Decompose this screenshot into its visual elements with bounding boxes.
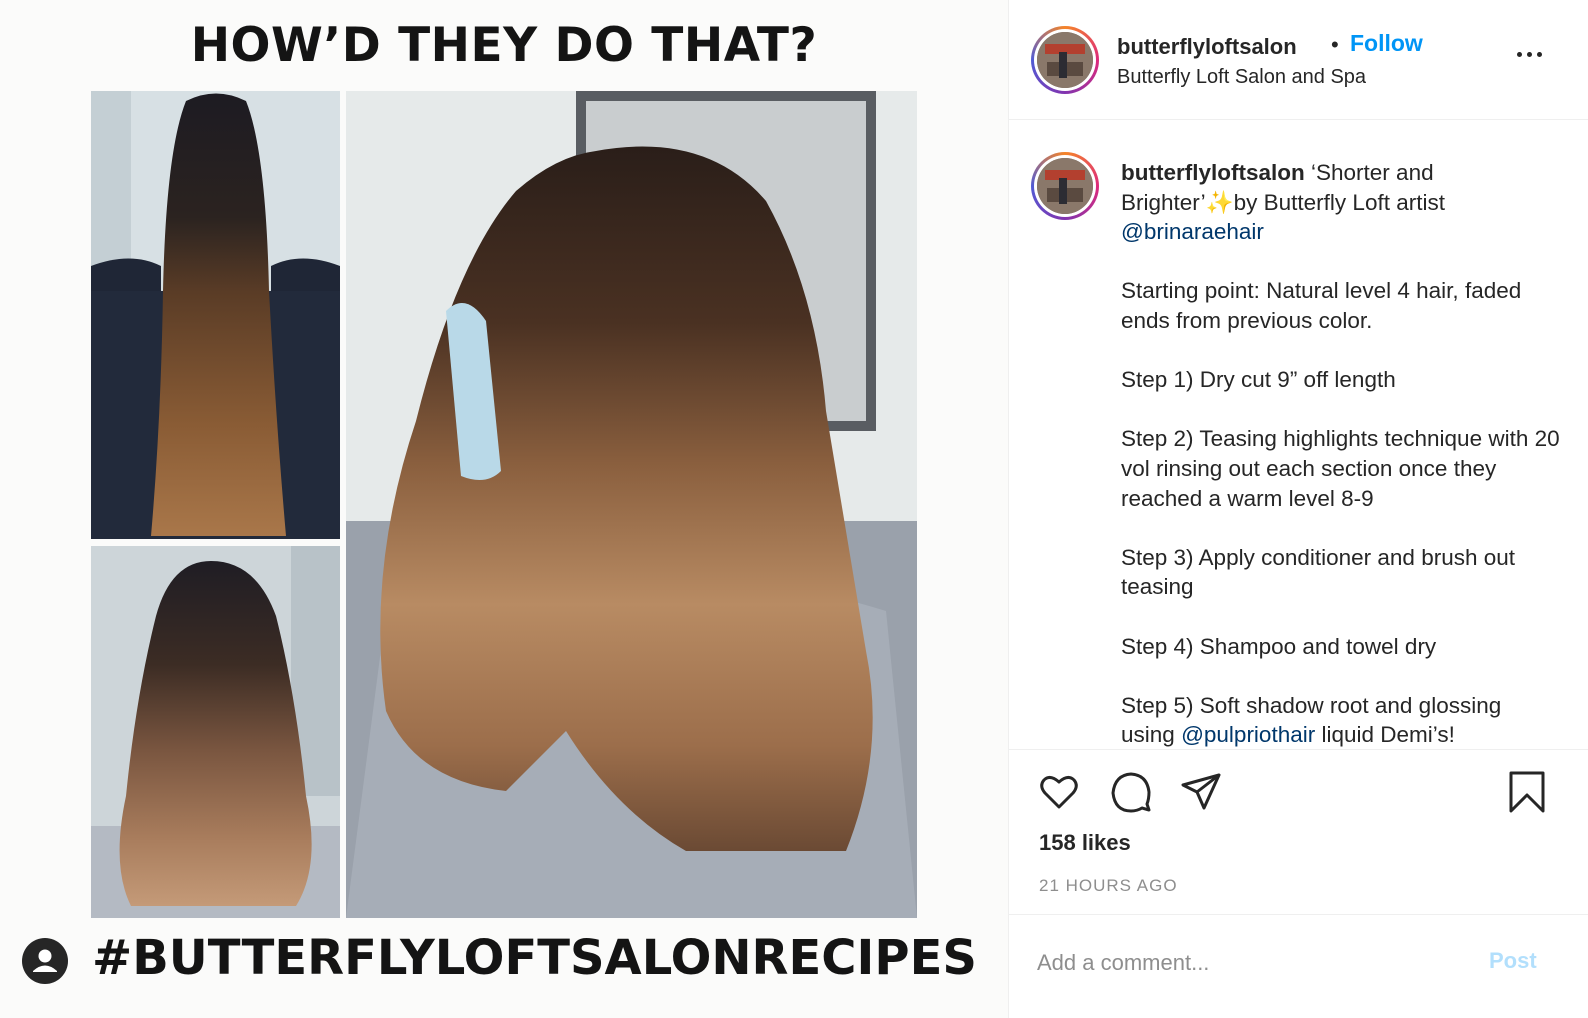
media-headline: HOW’D THEY DO THAT?: [190, 18, 818, 73]
share-icon[interactable]: [1179, 770, 1223, 814]
avatar[interactable]: [1031, 26, 1099, 94]
post-comment-button[interactable]: Post: [1489, 948, 1537, 974]
post-panel: butterflyloftsalon • Follow Butterfly Lo…: [1008, 0, 1588, 1018]
mention-link[interactable]: @pulpriothair: [1181, 722, 1315, 747]
caption-step-2: Step 2) Teasing highlights technique wit…: [1121, 426, 1560, 511]
profile-photo: [1037, 158, 1093, 214]
post-header: butterflyloftsalon • Follow Butterfly Lo…: [1009, 0, 1588, 120]
caption-start: Starting point: Natural level 4 hair, fa…: [1121, 278, 1522, 333]
after-hair-back-photo: [91, 546, 340, 918]
comment-icon[interactable]: [1109, 770, 1153, 814]
caption-area: butterflyloftsalon ‘Shorter and Brighter…: [1009, 120, 1588, 750]
post-timestamp[interactable]: 21 HOURS AGO: [1039, 876, 1178, 896]
media-hashtag: #BUTTERFLYLOFTSALONRECIPES: [92, 930, 977, 986]
comment-bar: Post: [1009, 915, 1588, 1018]
caption-step-4: Step 4) Shampoo and towel dry: [1121, 633, 1437, 659]
after-hair-side-photo: [346, 91, 917, 918]
caption-username[interactable]: butterflyloftsalon: [1121, 160, 1305, 185]
comment-input[interactable]: [1037, 945, 1477, 981]
mention-link[interactable]: @brinaraehair: [1121, 219, 1264, 244]
more-icon[interactable]: [1515, 44, 1545, 64]
post-caption: butterflyloftsalon ‘Shorter and Brighter…: [1121, 158, 1561, 749]
caption-avatar[interactable]: [1031, 152, 1099, 220]
caption-step-5-end: liquid Demi’s!: [1321, 722, 1455, 748]
heart-icon[interactable]: [1037, 770, 1081, 814]
bookmark-icon[interactable]: [1505, 770, 1549, 814]
caption-step-1: Step 1) Dry cut 9” off length: [1121, 367, 1396, 393]
follow-button[interactable]: Follow: [1350, 30, 1423, 57]
post-username[interactable]: butterflyloftsalon: [1117, 34, 1297, 60]
account-icon[interactable]: [22, 938, 68, 984]
post-actions: 158 likes 21 HOURS AGO: [1009, 750, 1588, 915]
post-media[interactable]: HOW’D THEY DO THAT? #BUTTERFLYLOFTSALONR…: [0, 0, 1008, 1018]
post-location[interactable]: Butterfly Loft Salon and Spa: [1117, 66, 1366, 89]
caption-step-3: Step 3) Apply conditioner and brush out …: [1121, 544, 1516, 600]
separator-dot: •: [1331, 32, 1339, 57]
profile-photo: [1037, 32, 1093, 88]
likes-count[interactable]: 158 likes: [1039, 830, 1131, 856]
before-hair-photo: [91, 91, 340, 539]
